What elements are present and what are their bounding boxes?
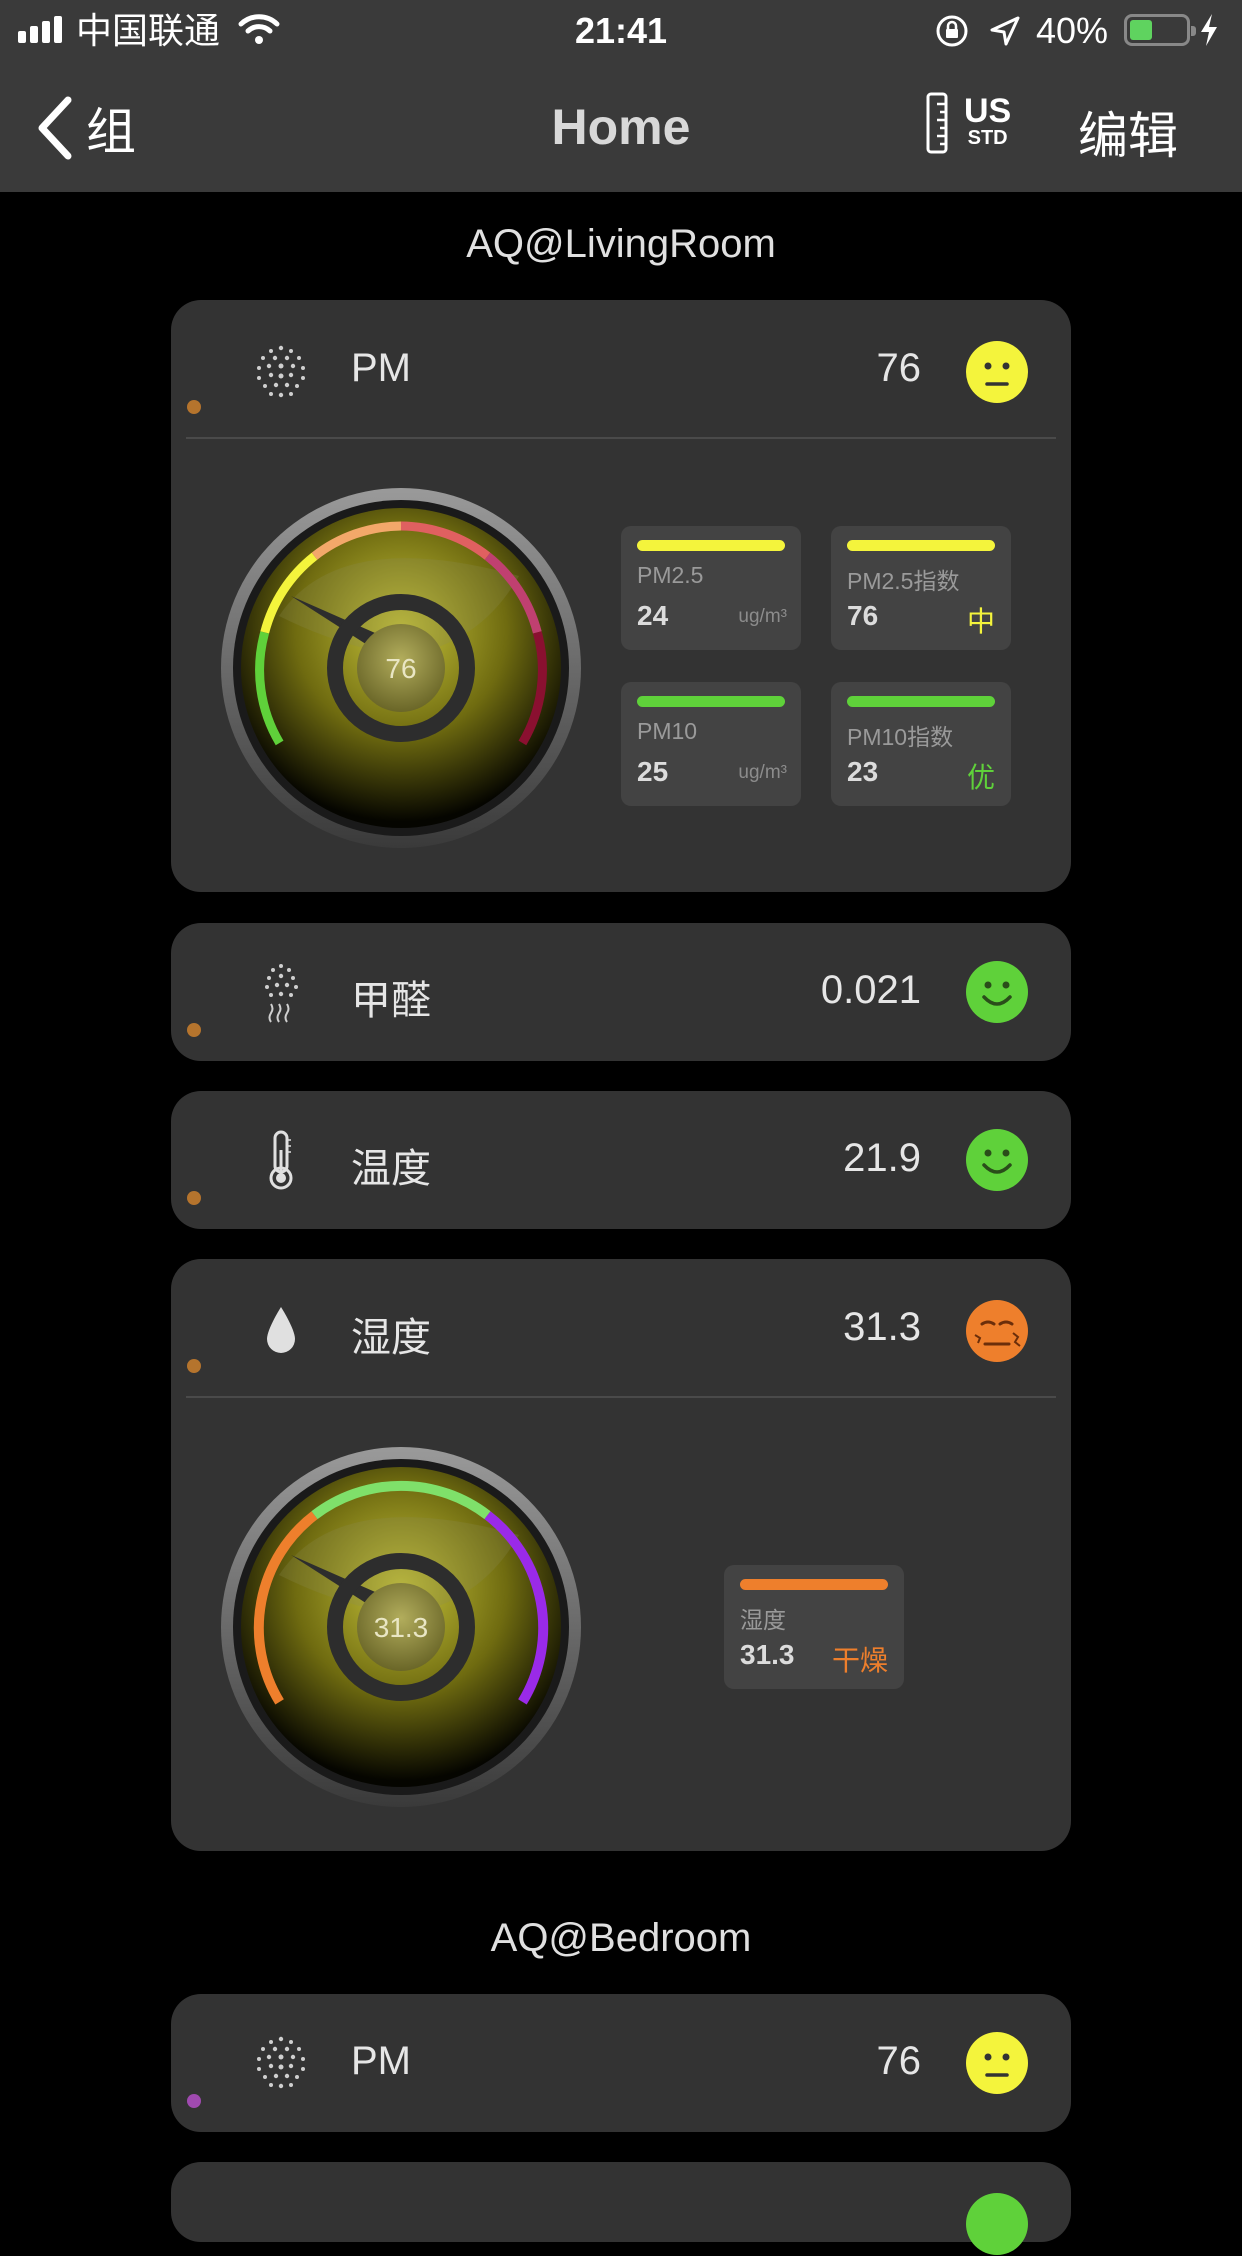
level-bar [637,540,785,551]
pm10-value: 25 [637,756,669,787]
pm10-index-level: 优 [966,762,995,793]
water-drop-icon [267,1307,295,1353]
temperature-value: 21.9 [843,1136,921,1180]
humidity-tile-level: 干燥 [831,1645,888,1676]
location-arrow-icon [990,16,1020,46]
battery-icon [1124,14,1196,46]
temperature-card[interactable]: 温度 21.9 [171,1091,1071,1229]
pm-gauge: 76 [221,488,581,848]
status-dot [187,1191,201,1205]
happy-face-icon [966,1129,1028,1191]
status-dot [187,400,201,414]
humidity-label: 湿度 [351,1316,431,1360]
pm-label: PM [351,346,411,390]
ruler-icon [926,92,948,154]
divider [186,437,1056,439]
humidity-gauge-value: 31.3 [374,1612,429,1643]
status-bar: 中国联通 21:41 40% [0,0,1242,62]
humidity-card[interactable]: 湿度 31.3 31.3 湿度 31.3 干燥 [171,1259,1071,1851]
particulate-icon [257,2036,305,2089]
neutral-face-icon [966,2032,1028,2094]
pm25-tile[interactable]: PM2.5 24 ug/m³ [621,526,801,650]
humidity-tile[interactable]: 湿度 31.3 干燥 [724,1565,904,1689]
pm25-value: 24 [637,600,669,631]
pm10-unit: ug/m³ [738,762,787,783]
edit-button[interactable]: 编辑 [1078,96,1178,168]
pm25-index-level: 中 [966,606,995,637]
group-title-livingroom: AQ@LivingRoom [466,222,776,266]
formaldehyde-label: 甲醛 [351,979,431,1023]
status-dot [187,1359,201,1373]
temperature-label: 温度 [351,1147,431,1191]
bedroom-pm-label: PM [351,2039,411,2083]
level-bar [847,540,995,551]
units-standard-button[interactable]: US STD [920,90,1012,160]
humidity-value: 31.3 [843,1305,921,1349]
neutral-face-icon [966,341,1028,403]
divider [186,1396,1056,1398]
bedroom-pm-card[interactable]: PM 76 [171,1994,1071,2132]
level-bar [637,696,785,707]
happy-face-icon [966,2193,1028,2255]
humidity-tile-value: 31.3 [740,1639,795,1670]
level-bar [740,1579,888,1590]
level-bar [847,696,995,707]
units-top-label: US [964,92,1012,130]
formaldehyde-card[interactable]: 甲醛 0.021 [171,923,1071,1061]
pm-gauge-value: 76 [385,653,416,684]
bedroom-pm-value: 76 [876,2039,922,2083]
thermometer-icon [269,1130,293,1190]
pm-card[interactable]: PM 76 76 PM2.5 24 ug/m³ PM2.5指数 76 中 PM1… [171,300,1071,892]
charging-bolt-icon [1201,14,1217,46]
bedroom-next-card[interactable] [171,2162,1071,2255]
rotation-lock-icon [936,15,968,47]
status-dot [187,1023,201,1037]
page-title: Home [551,99,691,155]
pm-value: 76 [876,346,922,390]
pm10-index-label: PM10指数 [847,724,954,750]
pm10-label: PM10 [637,718,698,744]
happy-face-icon [966,961,1028,1023]
formaldehyde-icon [265,964,298,1023]
pm25-index-tile[interactable]: PM2.5指数 76 中 [831,526,1011,650]
units-bottom-label: STD [967,127,1008,149]
battery-percent: 40% [1036,10,1109,51]
dry-face-icon [966,1300,1028,1362]
group-title-bedroom: AQ@Bedroom [490,1916,752,1960]
pm25-label: PM2.5 [637,562,704,588]
humidity-tile-label: 湿度 [740,1607,786,1633]
pm10-tile[interactable]: PM10 25 ug/m³ [621,682,801,806]
pm10-index-value: 23 [847,756,879,787]
pm25-index-value: 76 [847,600,879,631]
particulate-icon [257,345,305,398]
status-dot [187,2094,201,2108]
pm25-index-label: PM2.5指数 [847,568,960,594]
formaldehyde-value: 0.021 [820,968,921,1012]
pm10-index-tile[interactable]: PM10指数 23 优 [831,682,1011,806]
pm25-unit: ug/m³ [738,606,787,627]
humidity-gauge: 31.3 [221,1447,581,1807]
